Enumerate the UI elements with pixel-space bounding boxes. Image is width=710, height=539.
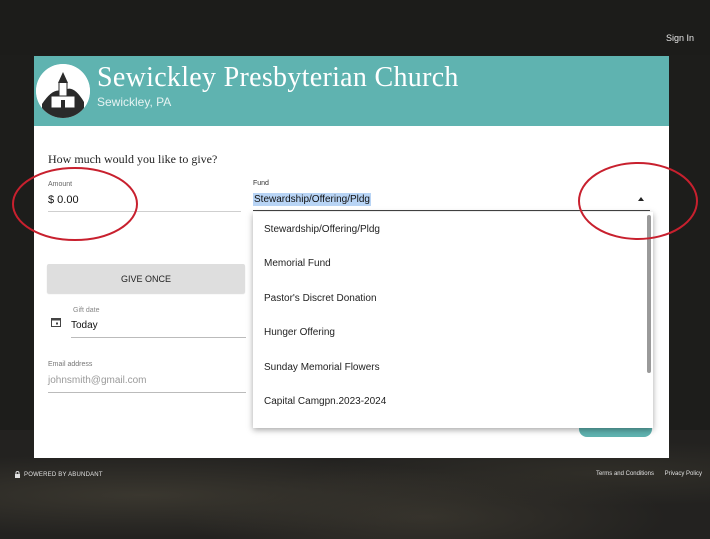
terms-link[interactable]: Terms and Conditions: [596, 471, 654, 477]
powered-by: POWERED BY ABUNDANT: [14, 471, 103, 478]
dropdown-option[interactable]: Hunger Offering: [253, 316, 653, 351]
dropdown-scrollbar[interactable]: [647, 215, 651, 373]
church-location: Sewickley, PA: [97, 95, 172, 109]
amount-label: Amount: [48, 181, 73, 188]
sign-in-link[interactable]: Sign In: [666, 33, 694, 43]
dropdown-option[interactable]: Capital Camgpn.2023-2024: [253, 385, 653, 420]
fund-dropdown-menu[interactable]: Stewardship/Offering/Pldg Memorial Fund …: [253, 212, 653, 428]
church-name: Sewickley Presbyterian Church: [97, 62, 459, 93]
dropdown-option[interactable]: Sunday Memorial Flowers: [253, 350, 653, 385]
top-bar: Sign In: [0, 0, 710, 55]
email-underline: [48, 392, 246, 393]
fund-underline: [253, 210, 650, 211]
fund-select[interactable]: Stewardship/Offering/Pldg: [253, 193, 371, 206]
powered-by-text: POWERED BY ABUNDANT: [24, 471, 103, 478]
privacy-link[interactable]: Privacy Policy: [665, 471, 702, 477]
dropdown-option[interactable]: Memorial Fund: [253, 247, 653, 282]
calendar-icon[interactable]: [51, 317, 61, 327]
amount-input[interactable]: $ 0.00: [48, 194, 79, 206]
gift-date-input[interactable]: Today: [71, 320, 98, 331]
gift-date-label: Gift date: [73, 307, 100, 314]
amount-underline: [48, 211, 241, 212]
footer-links: Terms and Conditions Privacy Policy: [587, 471, 702, 477]
give-once-button[interactable]: GIVE ONCE: [47, 264, 245, 293]
church-logo: [36, 64, 90, 118]
church-header: Sewickley Presbyterian Church Sewickley,…: [34, 56, 669, 126]
gift-date-underline: [71, 337, 246, 338]
lock-icon: [15, 471, 20, 478]
email-label: Email address: [48, 361, 93, 368]
email-input[interactable]: johnsmith@gmail.com: [48, 375, 147, 386]
fund-label: Fund: [253, 180, 269, 187]
give-question: How much would you like to give?: [48, 152, 218, 166]
dropdown-option[interactable]: Pastor's Discret Donation: [253, 281, 653, 316]
chevron-up-icon[interactable]: [638, 197, 644, 201]
dropdown-option[interactable]: Stewardship/Offering/Pldg: [253, 212, 653, 247]
